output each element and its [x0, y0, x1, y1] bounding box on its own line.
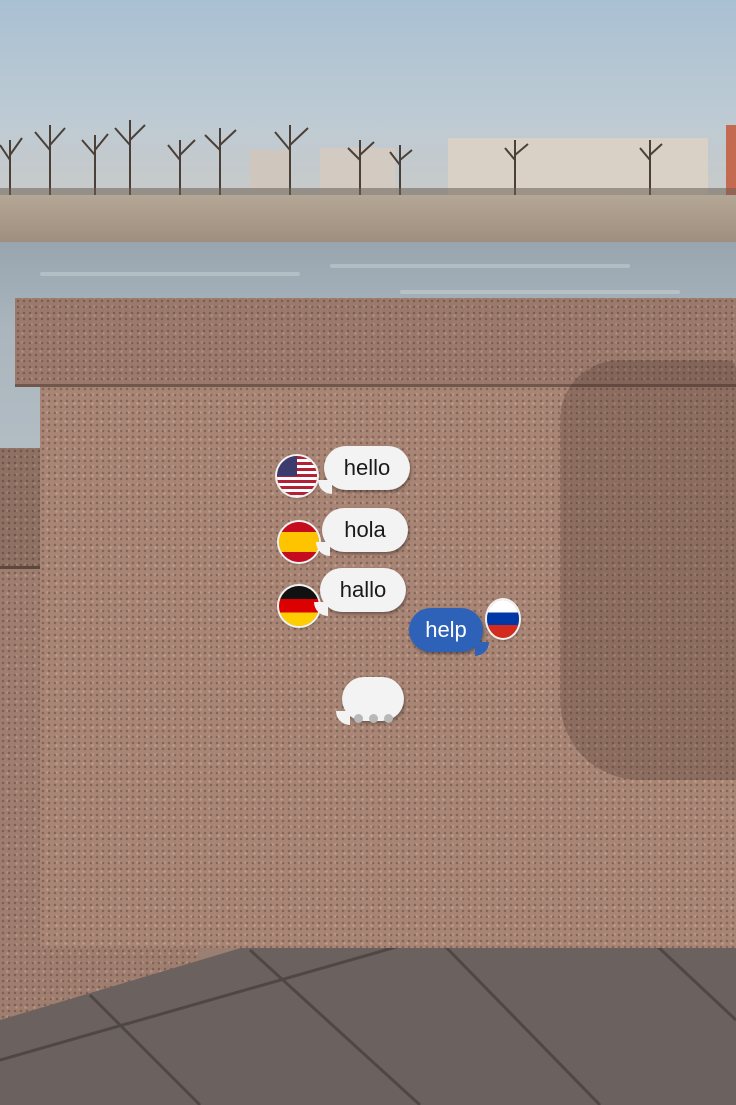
far-embankment	[0, 195, 736, 247]
greeting-bubble: hello	[318, 446, 410, 494]
greeting-bubble: hallo	[314, 568, 406, 616]
russia-flag-icon	[487, 600, 519, 638]
person-shadow	[560, 360, 736, 780]
spain-flag-icon	[279, 522, 319, 562]
photo-scene: hello hola hallo help	[0, 0, 736, 1105]
germany-flag-icon	[279, 586, 319, 626]
reply-text: help	[425, 617, 467, 642]
ellipsis-bubble-icon	[336, 677, 404, 725]
greeting-text: hello	[343, 455, 391, 480]
greeting-text: hallo	[339, 577, 387, 602]
far-building	[726, 125, 736, 195]
reply-bubble: help	[409, 608, 489, 656]
greeting-text: hola	[344, 517, 386, 542]
far-building	[250, 150, 290, 190]
us-flag-icon	[277, 456, 317, 496]
greeting-bubble: hola	[316, 508, 408, 556]
